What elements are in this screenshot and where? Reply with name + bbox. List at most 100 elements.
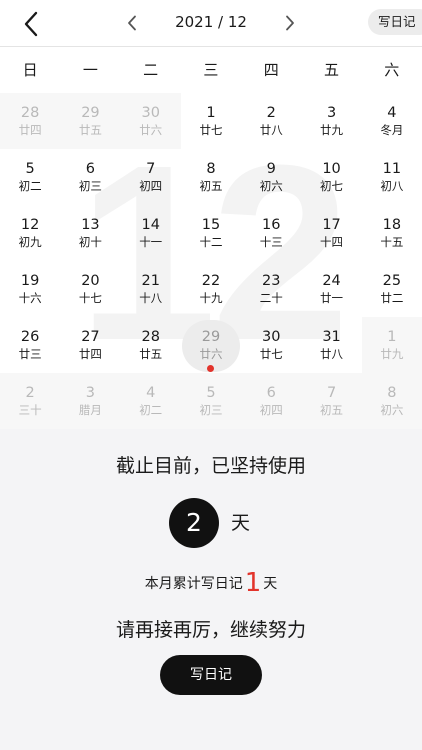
lunar-date: 十八 (139, 291, 163, 305)
calendar-day[interactable]: 4 初二 (120, 373, 181, 429)
day-number: 4 (387, 105, 397, 121)
calendar-day[interactable]: 17 十四 (301, 205, 361, 261)
lunar-date: 廿九 (320, 123, 344, 137)
calendar-day-today[interactable]: 29 廿六 (181, 317, 241, 373)
prev-month-button[interactable] (118, 10, 146, 36)
lunar-date: 冬月 (380, 123, 404, 137)
lunar-date: 初四 (139, 179, 163, 193)
calendar-day[interactable]: 23 二十 (241, 261, 301, 317)
calendar-day[interactable]: 1 廿九 (361, 317, 422, 373)
calendar-day[interactable]: 7 初四 (121, 149, 181, 205)
lunar-date: 十七 (78, 291, 102, 305)
lunar-date: 初九 (18, 235, 42, 249)
calendar-day[interactable]: 29 廿五 (60, 93, 121, 149)
calendar-day[interactable]: 9 初六 (241, 149, 301, 205)
calendar-day[interactable]: 8 初五 (181, 149, 241, 205)
calendar-day[interactable]: 5 初二 (0, 149, 60, 205)
lunar-date: 廿七 (259, 347, 283, 361)
weekday-label: 二 (143, 61, 159, 79)
chevron-left-icon (24, 11, 38, 37)
calendar-day[interactable]: 10 初七 (301, 149, 361, 205)
lunar-date: 初二 (139, 403, 163, 417)
calendar-day[interactable]: 2 三十 (0, 373, 61, 429)
day-number: 29 (201, 329, 221, 345)
calendar-day[interactable]: 14 十一 (121, 205, 181, 261)
write-diary-button[interactable]: 写日记 (160, 655, 262, 695)
day-number: 7 (146, 161, 156, 177)
day-number: 28 (20, 105, 40, 121)
calendar-day[interactable]: 25 廿二 (362, 261, 422, 317)
day-number: 6 (266, 385, 276, 401)
day-number: 17 (322, 217, 341, 233)
month-count-text: 本月累计写日记1 天 (0, 568, 422, 599)
day-number: 30 (141, 105, 160, 121)
calendar-day[interactable]: 22 十九 (181, 261, 241, 317)
month-count-value: 1 (244, 568, 262, 598)
calendar-day[interactable]: 3 廿九 (301, 93, 361, 149)
lunar-date: 廿八 (259, 123, 283, 137)
lunar-date: 三十 (18, 403, 42, 417)
calendar-day[interactable]: 8 初六 (361, 373, 422, 429)
lunar-date: 廿六 (199, 347, 223, 361)
calendar-day[interactable]: 24 廿一 (301, 261, 361, 317)
calendar-day[interactable]: 19 十六 (0, 261, 60, 317)
day-number: 16 (262, 217, 281, 233)
calendar-day[interactable]: 27 廿四 (60, 317, 120, 373)
calendar-day[interactable]: 20 十七 (60, 261, 120, 317)
day-number: 8 (387, 385, 397, 401)
calendar-day[interactable]: 6 初四 (241, 373, 302, 429)
calendar-day[interactable]: 30 廿七 (241, 317, 301, 373)
calendar-day[interactable]: 15 十二 (181, 205, 241, 261)
calendar-day[interactable]: 4 冬月 (362, 93, 422, 149)
calendar-day[interactable]: 28 廿四 (0, 93, 61, 149)
calendar-day[interactable]: 13 初十 (60, 205, 120, 261)
lunar-date: 廿八 (320, 347, 344, 361)
calendar-day[interactable]: 31 廿八 (301, 317, 361, 373)
calendar-day[interactable]: 21 十八 (121, 261, 181, 317)
calendar-day[interactable]: 12 初九 (0, 205, 60, 261)
lunar-date: 廿三 (18, 347, 42, 361)
calendar-day[interactable]: 28 廿五 (121, 317, 181, 373)
chevron-right-icon (286, 15, 294, 31)
calendar-day[interactable]: 5 初三 (180, 373, 242, 429)
calendar-day[interactable]: 3 腊月 (60, 373, 121, 429)
write-diary-top-button[interactable]: 写日记 (368, 9, 422, 35)
day-number: 11 (382, 161, 402, 177)
day-number: 8 (206, 161, 216, 177)
lunar-date: 初五 (320, 403, 344, 417)
calendar-day[interactable]: 6 初三 (60, 149, 120, 205)
next-month-button[interactable] (276, 10, 304, 36)
calendar-day[interactable]: 7 初五 (301, 373, 362, 429)
calendar-day[interactable]: 30 廿六 (120, 93, 181, 149)
day-number: 2 (25, 385, 35, 401)
back-button[interactable] (14, 8, 48, 40)
lunar-date: 腊月 (78, 403, 102, 417)
day-number: 15 (201, 217, 221, 233)
lunar-date: 廿二 (380, 291, 404, 305)
calendar-day[interactable]: 26 廿三 (0, 317, 60, 373)
day-number: 5 (206, 385, 216, 401)
lunar-date: 十六 (18, 291, 42, 305)
lunar-date: 初三 (78, 179, 102, 193)
lunar-date: 初七 (320, 179, 344, 193)
weekday-label: 一 (82, 61, 98, 79)
day-number: 21 (141, 273, 160, 289)
lunar-date: 初六 (380, 403, 404, 417)
lunar-date: 十三 (259, 235, 283, 249)
lunar-date: 十九 (199, 291, 223, 305)
calendar-day[interactable]: 1 廿七 (181, 93, 241, 149)
streak-headline: 截止目前，已坚持使用 (115, 455, 306, 477)
encourage-text: 请再接再厉，继续努力 (115, 619, 306, 641)
day-number: 1 (206, 105, 216, 121)
weekday-label: 三 (203, 61, 219, 79)
lunar-date: 十一 (139, 235, 163, 249)
lunar-date: 初八 (380, 179, 404, 193)
calendar-day[interactable]: 18 十五 (362, 205, 422, 261)
chevron-left-icon (128, 15, 136, 31)
lunar-date: 初二 (18, 179, 42, 193)
calendar-day[interactable]: 16 十三 (241, 205, 301, 261)
calendar-day[interactable]: 2 廿八 (241, 93, 301, 149)
lunar-date: 廿四 (18, 123, 42, 137)
calendar-day[interactable]: 11 初八 (362, 149, 422, 205)
lunar-date: 二十 (259, 291, 283, 305)
